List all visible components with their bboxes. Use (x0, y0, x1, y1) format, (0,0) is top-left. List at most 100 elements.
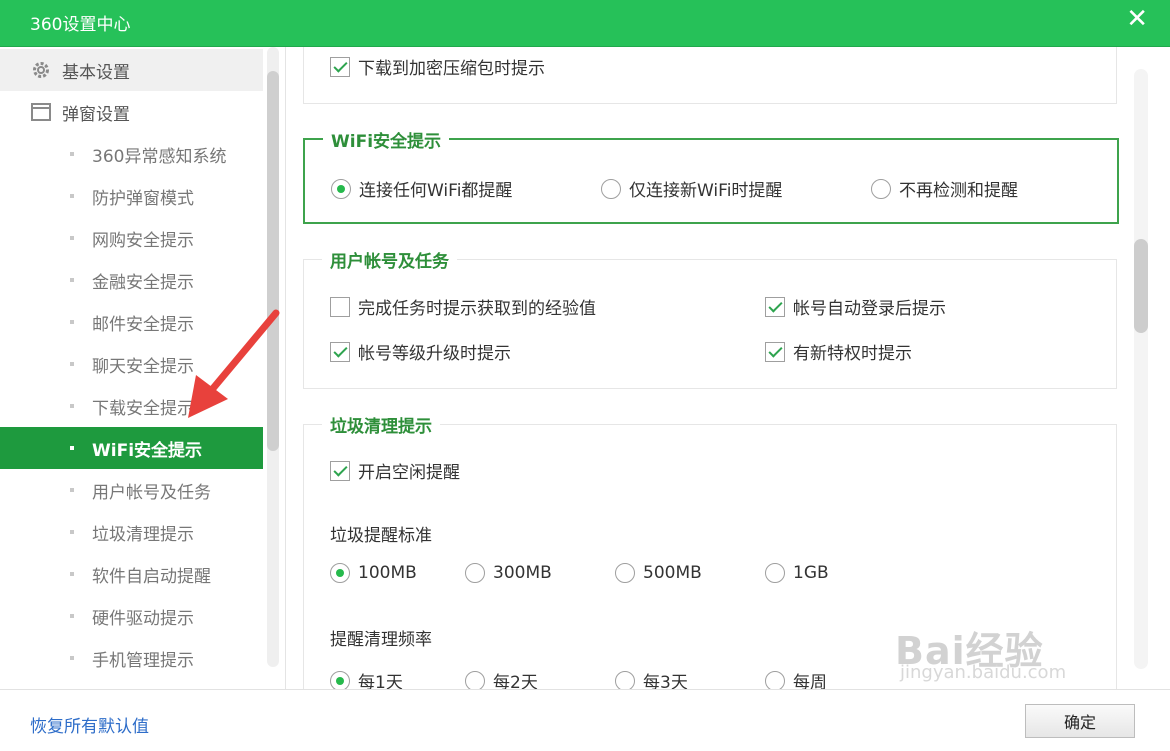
bullet (70, 488, 74, 492)
radio-button[interactable] (465, 563, 485, 583)
option-label: 连接任何WiFi都提醒 (359, 181, 513, 201)
radio-button[interactable] (765, 563, 785, 583)
option-label: 帐号等级升级时提示 (358, 344, 511, 364)
sidebar-item-mail[interactable]: 邮件安全提示 (0, 301, 263, 343)
radio-button[interactable] (765, 670, 785, 689)
sidebar-item-finance[interactable]: 金融安全提示 (0, 259, 263, 301)
sidebar-item-label: 360异常感知系统 (92, 146, 227, 167)
junk-standard-label: 垃圾提醒标准 (330, 526, 432, 546)
wifi-never-option[interactable]: 不再检测和提醒 (871, 176, 1018, 201)
radio-button[interactable] (615, 563, 635, 583)
sidebar-item-wifi[interactable]: WiFi安全提示 (0, 427, 263, 469)
radio-button[interactable] (465, 670, 485, 689)
radio-button[interactable] (615, 670, 635, 689)
group-title: WiFi安全提示 (323, 127, 450, 152)
ok-button[interactable]: 确定 (1025, 704, 1135, 738)
option-label: 100MB (358, 563, 417, 583)
radio-button[interactable] (331, 178, 351, 199)
sidebar-item-label: 手机管理提示 (92, 650, 194, 671)
title-bar: 360设置中心 ✕ (0, 0, 1170, 47)
option-label: 下载到加密压缩包时提示 (358, 59, 545, 79)
sidebar-item-autostart[interactable]: 软件自启动提醒 (0, 553, 263, 595)
wifi-new-option[interactable]: 仅连接新WiFi时提醒 (601, 176, 782, 201)
standard-500mb-option[interactable]: 500MB (615, 563, 702, 583)
checkbox[interactable] (330, 460, 350, 481)
standard-300mb-option[interactable]: 300MB (465, 563, 552, 583)
sidebar-item-label: 网购安全提示 (92, 230, 194, 251)
checkbox[interactable] (765, 341, 785, 362)
standard-100mb-option[interactable]: 100MB (330, 563, 417, 583)
wifi-group: WiFi安全提示 连接任何WiFi都提醒 仅连接新WiFi时提醒 不再检测和提醒 (303, 127, 1119, 224)
close-icon[interactable]: ✕ (1126, 6, 1148, 32)
frequency-week-option[interactable]: 每周 (765, 668, 827, 689)
sidebar-item-label: 垃圾清理提示 (92, 524, 194, 545)
checkbox[interactable] (765, 296, 785, 317)
radio-button[interactable] (330, 563, 350, 583)
sidebar-item-label: WiFi安全提示 (92, 440, 203, 461)
sidebar-item-phone[interactable]: 手机管理提示 (0, 637, 263, 679)
bullet (70, 404, 74, 408)
option-label: 每2天 (493, 673, 538, 689)
baidu-watermark-url: jingyan.baidu.com (900, 662, 1067, 683)
frequency-2day-option[interactable]: 每2天 (465, 668, 538, 689)
sidebar-item-download[interactable]: 下载安全提示 (0, 385, 263, 427)
footer: 恢复所有默认值 确定 (0, 689, 1170, 751)
option-label: 开启空闲提醒 (358, 463, 460, 483)
standard-1gb-option[interactable]: 1GB (765, 563, 829, 583)
new-privilege-option[interactable]: 有新特权时提示 (765, 339, 912, 364)
sidebar-item-label: 硬件驱动提示 (92, 608, 194, 629)
sidebar-item-label: 防护弹窗模式 (92, 188, 194, 209)
bullet (70, 152, 74, 156)
gear-icon (30, 59, 52, 81)
content-scrollbar[interactable] (1134, 239, 1148, 333)
option-label: 帐号自动登录后提示 (793, 299, 946, 319)
sidebar-item-protection-mode[interactable]: 防护弹窗模式 (0, 175, 263, 217)
window-icon (30, 101, 52, 123)
sidebar-item-label: 邮件安全提示 (92, 314, 194, 335)
auto-login-option[interactable]: 帐号自动登录后提示 (765, 294, 946, 319)
option-label: 每1天 (358, 673, 403, 689)
bullet (70, 278, 74, 282)
checkbox[interactable] (330, 296, 350, 317)
sidebar-section-label: 基本设置 (62, 62, 130, 83)
task-exp-option[interactable]: 完成任务时提示获取到的经验值 (330, 294, 596, 319)
frequency-1day-option[interactable]: 每1天 (330, 668, 403, 689)
option-label: 仅连接新WiFi时提醒 (629, 181, 783, 201)
idle-reminder-option[interactable]: 开启空闲提醒 (330, 458, 460, 483)
checkbox[interactable] (330, 341, 350, 362)
bullet (70, 194, 74, 198)
junk-frequency-label: 提醒清理频率 (330, 630, 432, 650)
sidebar-item-junk[interactable]: 垃圾清理提示 (0, 511, 263, 553)
sidebar: 基本设置 弹窗设置 360异常感知系统 防护弹窗模式 网购安全提示 金融安全提示… (0, 47, 286, 689)
option-label: 300MB (493, 563, 552, 583)
radio-button[interactable] (871, 178, 891, 199)
option-label: 每3天 (643, 673, 688, 689)
bullet (70, 446, 74, 450)
wifi-any-option[interactable]: 连接任何WiFi都提醒 (331, 176, 512, 201)
sidebar-item-driver[interactable]: 硬件驱动提示 (0, 595, 263, 637)
sidebar-item-label: 金融安全提示 (92, 272, 194, 293)
level-up-option[interactable]: 帐号等级升级时提示 (330, 339, 511, 364)
sidebar-item-anomaly[interactable]: 360异常感知系统 (0, 133, 263, 175)
sidebar-item-account[interactable]: 用户帐号及任务 (0, 469, 263, 511)
option-label: 不再检测和提醒 (899, 181, 1018, 201)
sidebar-item-shopping[interactable]: 网购安全提示 (0, 217, 263, 259)
radio-button[interactable] (601, 178, 621, 199)
option-label: 1GB (793, 563, 829, 583)
option-label: 有新特权时提示 (793, 344, 912, 364)
sidebar-section-basic[interactable]: 基本设置 (0, 49, 263, 91)
checkbox[interactable] (330, 56, 350, 77)
group-title: 用户帐号及任务 (322, 247, 457, 272)
frequency-3day-option[interactable]: 每3天 (615, 668, 688, 689)
option-label: 500MB (643, 563, 702, 583)
sidebar-item-chat[interactable]: 聊天安全提示 (0, 343, 263, 385)
restore-defaults-link[interactable]: 恢复所有默认值 (30, 712, 149, 737)
account-group: 用户帐号及任务 完成任务时提示获取到的经验值 帐号自动登录后提示 帐号等级升级时… (303, 247, 1117, 389)
download-encrypted-option[interactable]: 下载到加密压缩包时提示 (330, 54, 545, 79)
radio-button[interactable] (330, 670, 350, 689)
sidebar-section-label: 弹窗设置 (62, 104, 130, 125)
download-group: 下载到加密压缩包时提示 (303, 47, 1117, 104)
sidebar-section-popup[interactable]: 弹窗设置 (0, 91, 263, 133)
sidebar-scrollbar[interactable] (267, 71, 279, 451)
sidebar-item-label: 下载安全提示 (92, 398, 194, 419)
